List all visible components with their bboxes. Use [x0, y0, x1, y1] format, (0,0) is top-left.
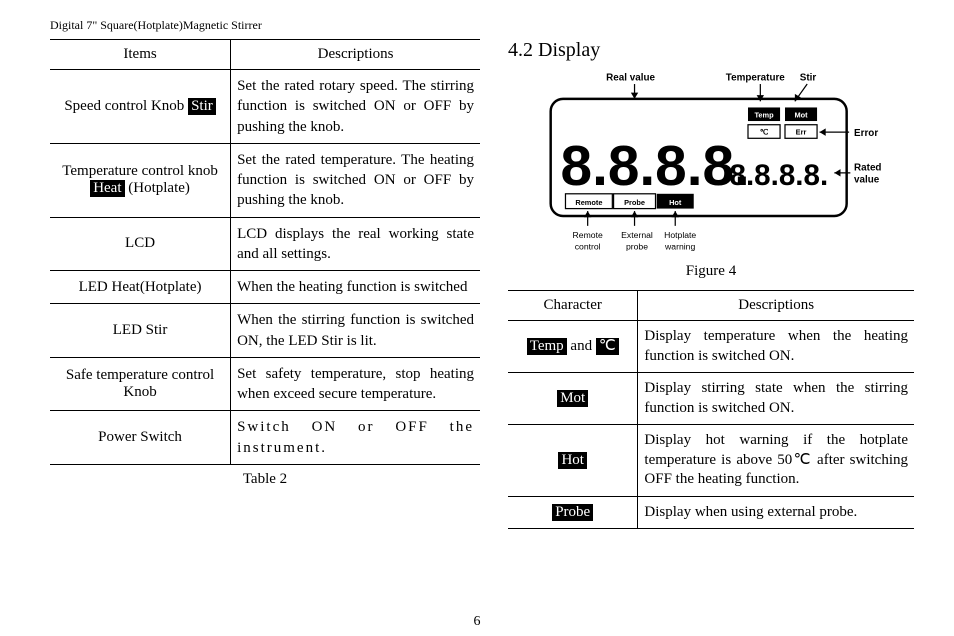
t2-head-items: Items: [50, 40, 231, 70]
svg-text:Err: Err: [796, 128, 807, 137]
table-2: Items Descriptions Speed control Knob St…: [50, 39, 480, 465]
table-row: Safe temperature control Knob Set safety…: [50, 357, 480, 411]
table-row: LED Heat(Hotplate) When the heating func…: [50, 271, 480, 304]
svg-text:Hot: Hot: [669, 198, 682, 207]
label-external-1: External: [621, 230, 653, 240]
stir-badge: Stir: [188, 98, 216, 115]
label-real-value: Real value: [606, 72, 655, 83]
t2-head-desc: Descriptions: [231, 40, 480, 70]
label-remote-1: Remote: [573, 230, 603, 240]
t3-head-char: Character: [508, 291, 638, 321]
left-column: Items Descriptions Speed control Knob St…: [50, 39, 480, 529]
svg-text:Temp: Temp: [754, 110, 774, 119]
temp-badge: Temp: [527, 338, 567, 355]
mot-badge: Mot: [557, 390, 588, 407]
table-row: LED Stir When the stirring function is s…: [50, 304, 480, 358]
label-stir: Stir: [800, 72, 817, 83]
section-title: 4.2 Display: [508, 39, 914, 62]
t3-head-desc: Descriptions: [638, 291, 914, 321]
table-2-caption: Table 2: [50, 465, 480, 488]
table-row: LCD LCD displays the real working state …: [50, 217, 480, 271]
table-row: Probe Display when using external probe.: [508, 496, 914, 529]
label-remote-2: control: [575, 241, 601, 251]
table-row: Temp and ℃ Display temperature when the …: [508, 321, 914, 373]
hot-badge: Hot: [558, 452, 587, 469]
page-header: Digital 7" Square(Hotplate)Magnetic Stir…: [50, 18, 914, 33]
svg-text:℃: ℃: [760, 128, 768, 137]
table-row: Speed control Knob Stir Set the rated ro…: [50, 70, 480, 144]
label-hotplate-2: warning: [664, 241, 695, 251]
svg-text:Mot: Mot: [794, 110, 808, 119]
label-temperature: Temperature: [726, 72, 786, 83]
table-3: Character Descriptions Temp and ℃ Displa…: [508, 290, 914, 529]
figure-caption: Figure 4: [686, 263, 736, 280]
c-badge: ℃: [596, 338, 619, 355]
small-digits: 8.8.8.8.: [729, 159, 828, 192]
label-rated-2: value: [854, 175, 880, 186]
label-hotplate-1: Hotplate: [664, 230, 696, 240]
label-rated-1: Rated: [854, 162, 881, 173]
right-column: 4.2 Display Real value Temperature Stir: [508, 39, 914, 529]
page-number: 6: [0, 614, 954, 630]
label-error: Error: [854, 128, 878, 139]
heat-badge: Heat: [90, 180, 124, 197]
svg-text:Probe: Probe: [624, 198, 645, 207]
display-figure: Real value Temperature Stir Temp: [526, 68, 896, 259]
label-external-2: probe: [626, 241, 648, 251]
table-row: Hot Display hot warning if the hotplate …: [508, 425, 914, 497]
svg-text:Remote: Remote: [575, 198, 602, 207]
table-row: Mot Display stirring state when the stir…: [508, 373, 914, 425]
probe-badge: Probe: [552, 504, 593, 521]
table-row: Temperature control knob Heat (Hotplate)…: [50, 143, 480, 217]
big-digits: 8.8.8.8.: [561, 135, 750, 198]
table-row: Power Switch Switch ON or OFF the instru…: [50, 411, 480, 465]
